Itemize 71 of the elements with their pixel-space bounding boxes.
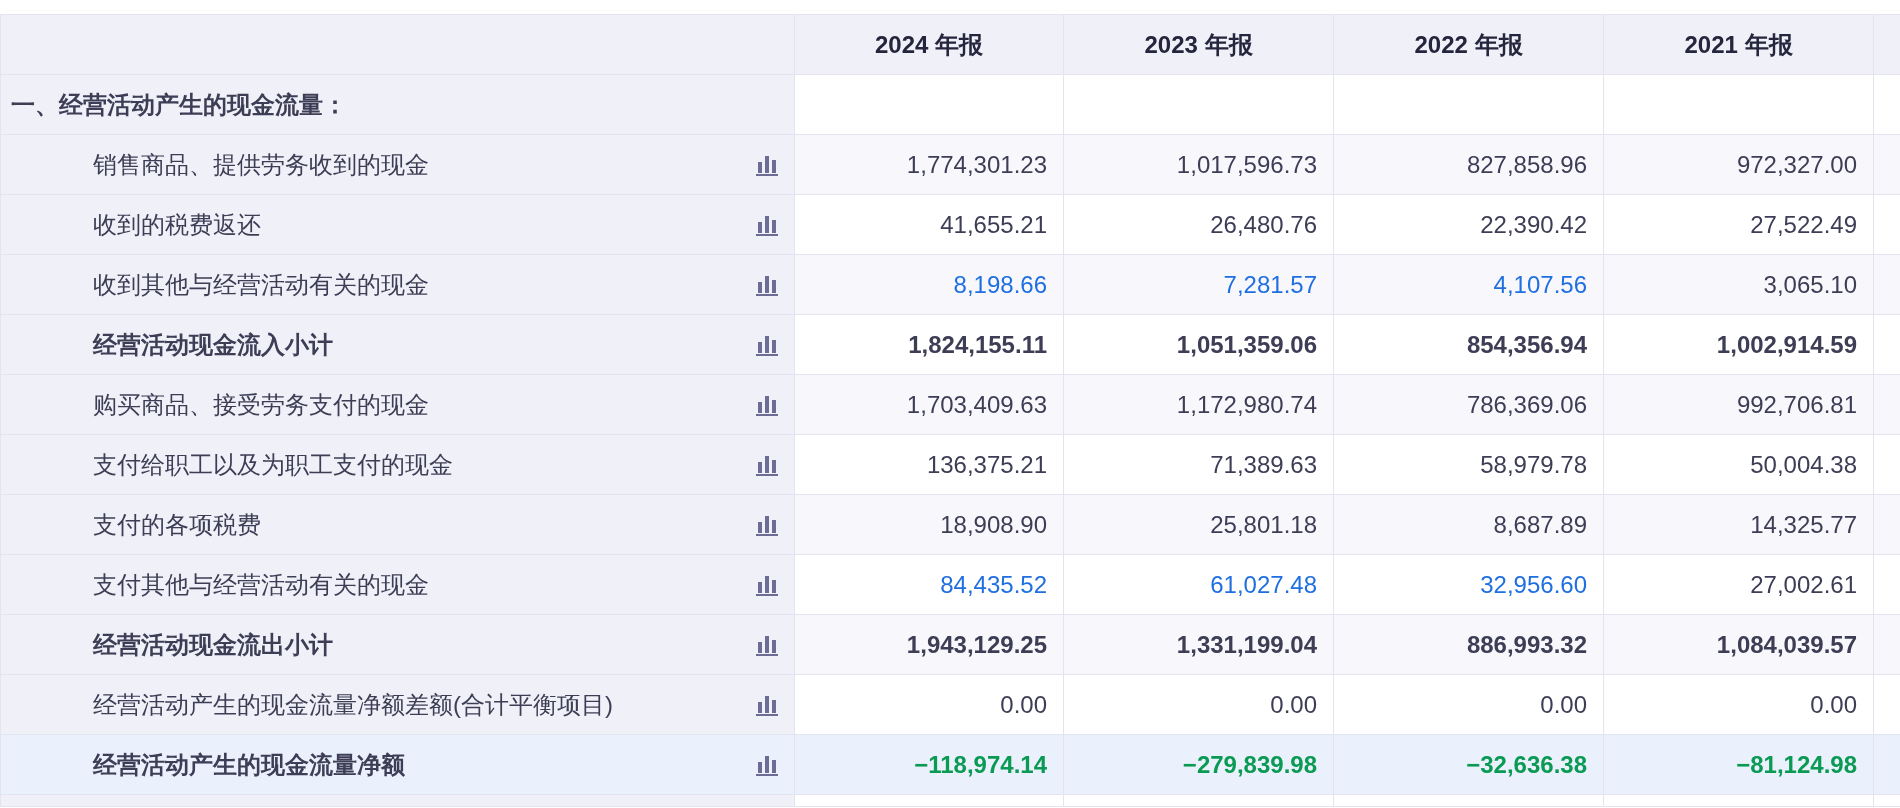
bar-chart-icon[interactable] — [756, 393, 778, 416]
table-cell: −118,974.14 — [794, 734, 1064, 795]
table-cell: 1,002,914.59 — [1603, 314, 1874, 375]
table-cell: −279,839.98 — [1063, 734, 1334, 795]
table-cell: 27,522.49 — [1603, 194, 1874, 255]
row-label: 收到其他与经营活动有关的现金 — [93, 269, 429, 300]
value-link[interactable]: 4,107.56 — [1333, 254, 1604, 315]
row-label: 经营活动产生的现金流量净额 — [93, 749, 405, 780]
table-cell: 1,824,155.11 — [794, 314, 1064, 375]
table-cell: 1,943,129.25 — [794, 614, 1064, 675]
table-cell: 0.00 — [1333, 674, 1604, 735]
bar-chart-icon[interactable] — [756, 153, 778, 176]
bar-chart-icon[interactable] — [756, 753, 778, 776]
row-label: 支付其他与经营活动有关的现金 — [93, 569, 429, 600]
bar-chart-icon[interactable] — [756, 693, 778, 716]
row-label: 经营活动产生的现金流量净额差额(合计平衡项目) — [93, 689, 613, 720]
column-header: 2022 年报 — [1333, 14, 1604, 75]
bar-chart-icon[interactable] — [756, 273, 778, 296]
table-cell: 886,993.32 — [1333, 614, 1604, 675]
table-cell: 1,774,301.23 — [794, 134, 1064, 195]
table-cell: 0.00 — [794, 674, 1064, 735]
bar-chart-icon[interactable] — [756, 633, 778, 656]
value-link[interactable]: 32,956.60 — [1333, 554, 1604, 615]
bar-chart-icon[interactable] — [756, 573, 778, 596]
table-cell: 854,356.94 — [1333, 314, 1604, 375]
table-cell: −32,636.38 — [1333, 734, 1604, 795]
row-label: 支付的各项税费 — [93, 509, 261, 540]
table-cell: 41,655.21 — [794, 194, 1064, 255]
table-cell: 1,172,980.74 — [1063, 374, 1334, 435]
value-link[interactable]: 7,281.57 — [1063, 254, 1334, 315]
table-cell: 25,801.18 — [1063, 494, 1334, 555]
value-link[interactable]: 61,027.48 — [1063, 554, 1334, 615]
bar-chart-icon[interactable] — [756, 453, 778, 476]
column-header: 2023 年报 — [1063, 14, 1334, 75]
table-cell: 26,480.76 — [1063, 194, 1334, 255]
table-cell: 27,002.61 — [1603, 554, 1874, 615]
value-link[interactable]: 84,435.52 — [794, 554, 1064, 615]
table-cell: 0.00 — [1063, 674, 1334, 735]
table-cell: 786,369.06 — [1333, 374, 1604, 435]
table-cell: 14,325.77 — [1603, 494, 1874, 555]
table-cell: 22,390.42 — [1333, 194, 1604, 255]
value-link[interactable]: 8,198.66 — [794, 254, 1064, 315]
table-cell: 1,051,359.06 — [1063, 314, 1334, 375]
row-label: 销售商品、提供劳务收到的现金 — [93, 149, 429, 180]
column-header: 2021 年报 — [1603, 14, 1874, 75]
table-cell: 972,327.00 — [1603, 134, 1874, 195]
table-cell: 992,706.81 — [1603, 374, 1874, 435]
column-header: 2024 年报 — [794, 14, 1064, 75]
table-cell: 58,979.78 — [1333, 434, 1604, 495]
table-cell: 1,703,409.63 — [794, 374, 1064, 435]
table-cell: 1,331,199.04 — [1063, 614, 1334, 675]
bar-chart-icon[interactable] — [756, 333, 778, 356]
table-cell: 3,065.10 — [1603, 254, 1874, 315]
table-cell: 18,908.90 — [794, 494, 1064, 555]
table-cell: 71,389.63 — [1063, 434, 1334, 495]
table-cell: 0.00 — [1603, 674, 1874, 735]
row-label: 经营活动现金流出小计 — [93, 629, 333, 660]
table-cell: 1,017,596.73 — [1063, 134, 1334, 195]
row-label: 支付给职工以及为职工支付的现金 — [93, 449, 453, 480]
table-cell: −81,124.98 — [1603, 734, 1874, 795]
section-label: 一、经营活动产生的现金流量： — [0, 74, 795, 135]
row-label: 经营活动现金流入小计 — [93, 329, 333, 360]
table-cell: 136,375.21 — [794, 434, 1064, 495]
row-label: 收到的税费返还 — [93, 209, 261, 240]
table-cell: 50,004.38 — [1603, 434, 1874, 495]
table-cell: 8,687.89 — [1333, 494, 1604, 555]
bar-chart-icon[interactable] — [756, 513, 778, 536]
row-label: 购买商品、接受劳务支付的现金 — [93, 389, 429, 420]
bar-chart-icon[interactable] — [756, 213, 778, 236]
table-cell: 827,858.96 — [1333, 134, 1604, 195]
table-cell: 1,084,039.57 — [1603, 614, 1874, 675]
